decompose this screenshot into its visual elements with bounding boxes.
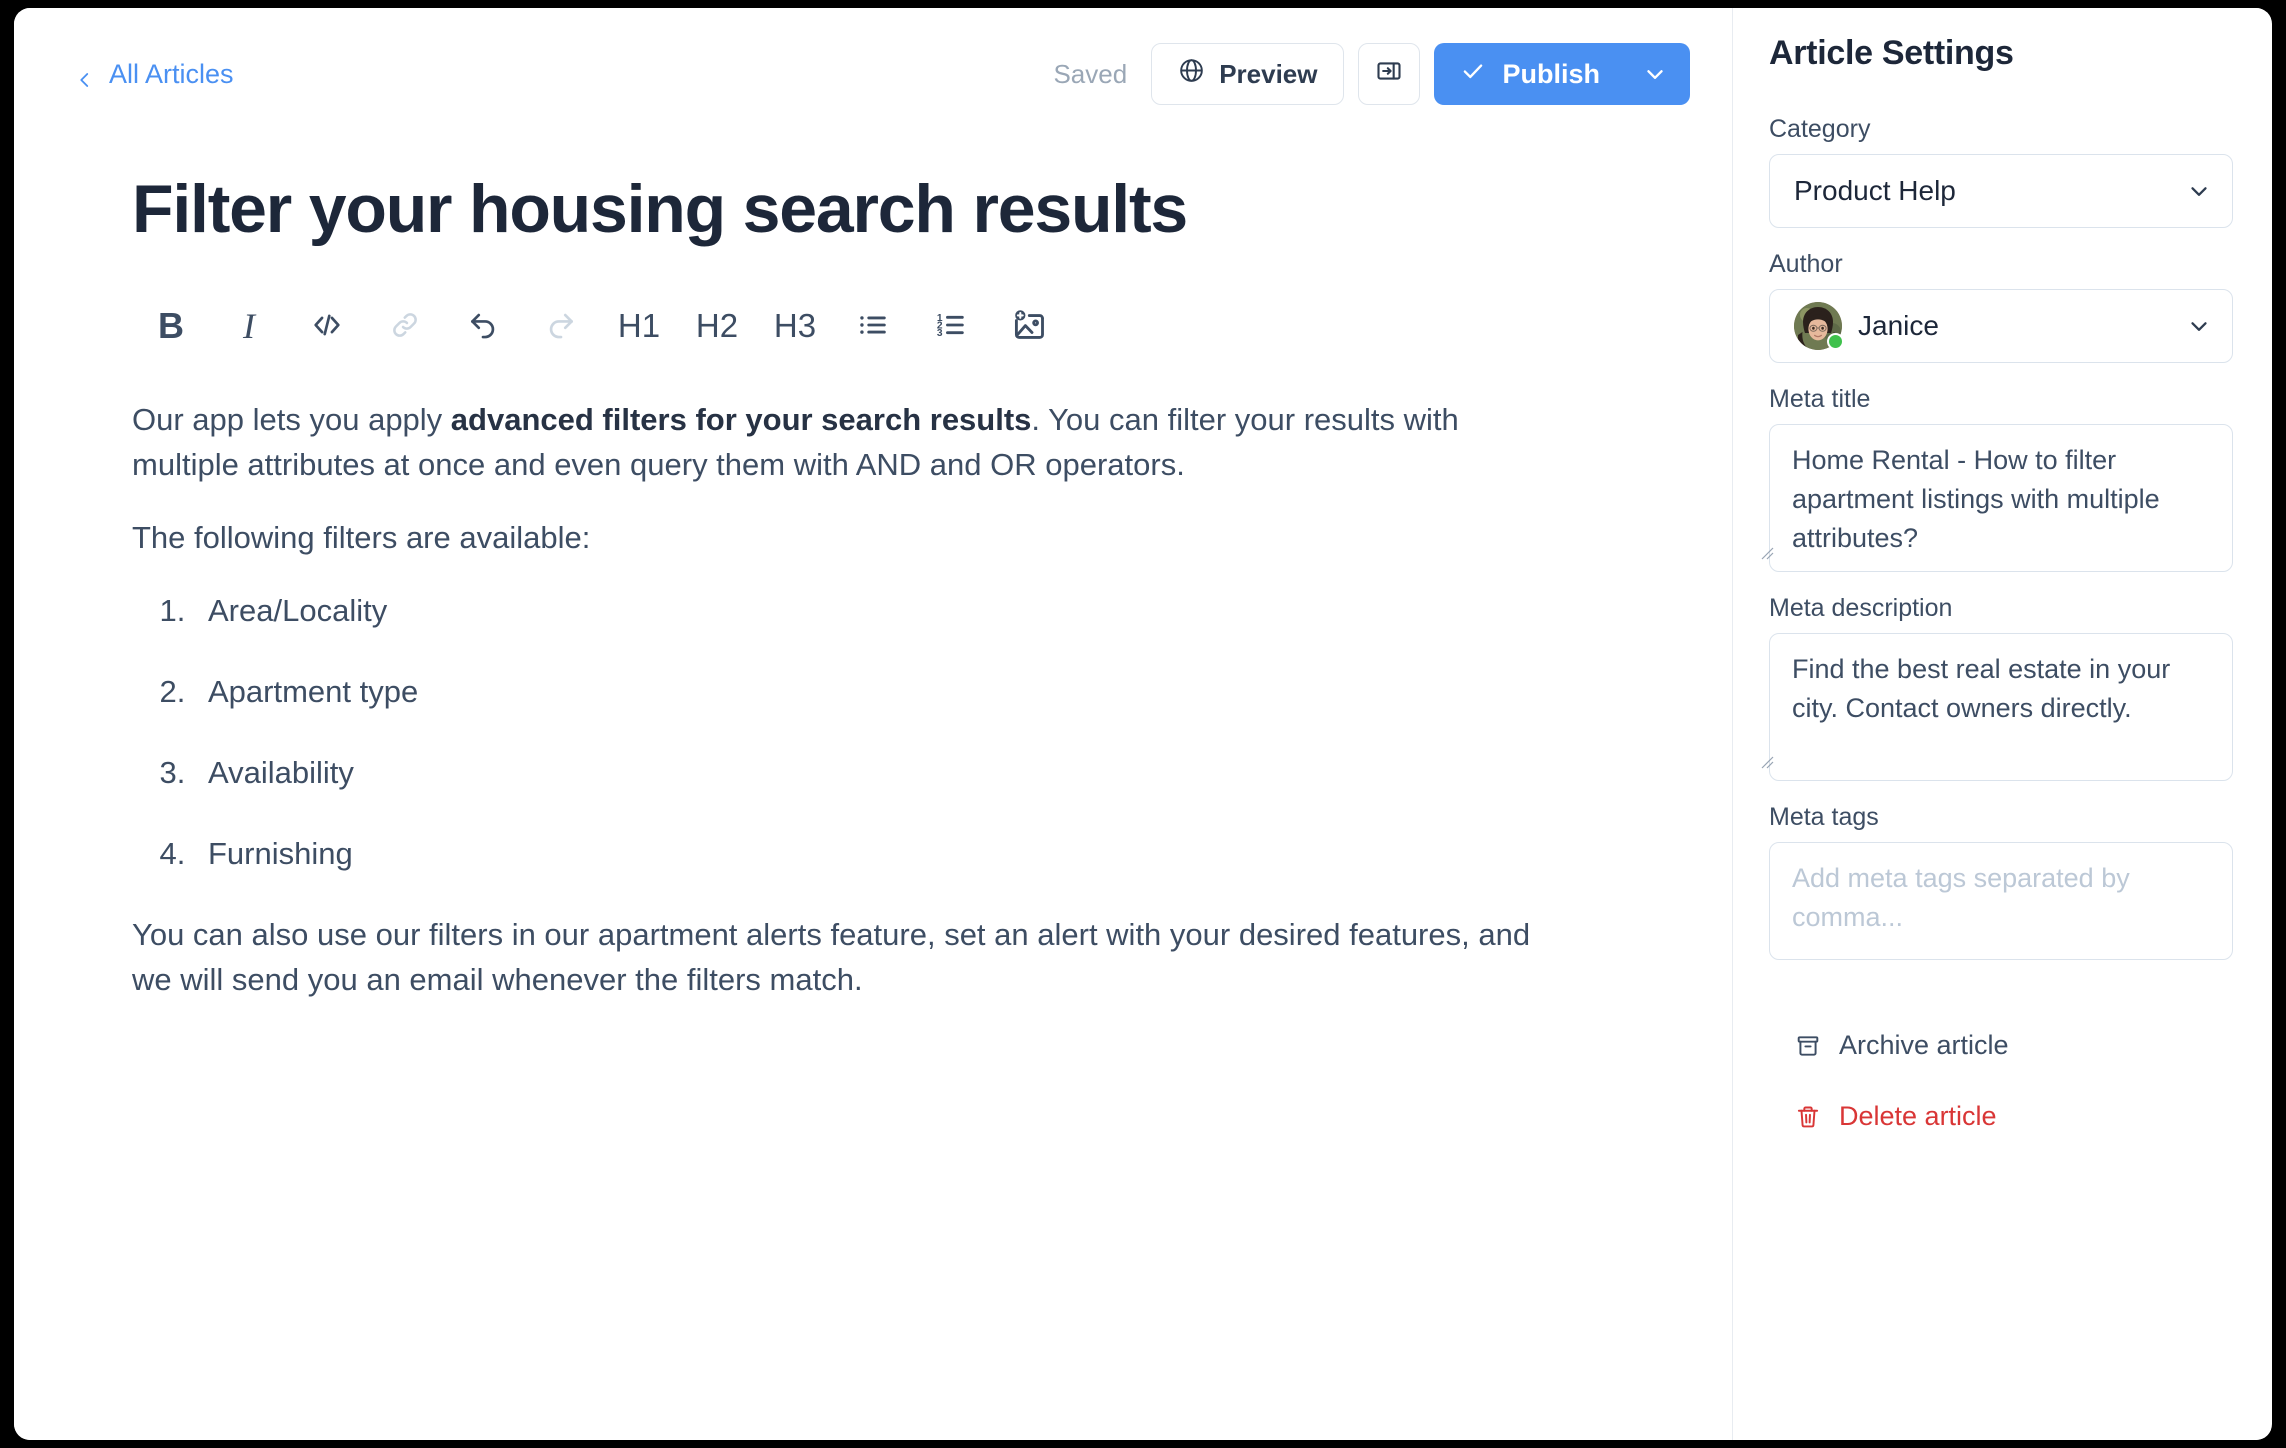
list-item: Apartment type	[194, 670, 1552, 715]
numbered-list-icon: 1 2 3	[934, 308, 968, 345]
article-actions: Archive article Delete article	[1769, 1020, 2233, 1142]
category-label: Category	[1769, 115, 1871, 143]
italic-button[interactable]: I	[210, 294, 288, 358]
category-selected-value: Product Help	[1794, 175, 1956, 206]
author-label: Author	[1769, 250, 1843, 278]
svg-text:3: 3	[937, 328, 943, 339]
heading-1-button[interactable]: H1	[600, 294, 678, 358]
article-title-input[interactable]: Filter your housing search results	[132, 170, 1670, 248]
archive-article-label: Archive article	[1839, 1030, 2009, 1060]
code-icon	[310, 308, 344, 345]
bullet-list-icon	[856, 308, 890, 345]
link-button[interactable]	[366, 294, 444, 358]
editor-topbar: All Articles Saved Preview Publish	[14, 8, 1732, 140]
list-item: Furnishing	[194, 832, 1552, 877]
avatar	[1794, 302, 1844, 350]
add-image-button[interactable]	[990, 294, 1068, 358]
para1-bold-phrase: advanced filters for your search results	[450, 402, 1032, 438]
topbar-actions: Saved Preview Publish	[1053, 43, 1690, 105]
article-paragraph-3: You can also use our filters in our apar…	[132, 916, 1531, 997]
meta-description-input[interactable]: Find the best real estate in your city. …	[1769, 633, 2233, 781]
formatting-toolbar: B I H1 H2 H3 1 2 3	[132, 294, 1670, 358]
meta-tags-field: Meta tags Add meta tags separated by com…	[1769, 803, 2233, 960]
list-item: Area/Locality	[194, 589, 1552, 634]
para1-part-a: Our app lets you apply	[132, 402, 451, 438]
redo-button[interactable]	[522, 294, 600, 358]
globe-icon	[1178, 57, 1205, 91]
article-settings-panel: Article Settings Category Product Help A…	[1733, 8, 2271, 1440]
list-item: Availability	[194, 751, 1552, 796]
heading-2-button[interactable]: H2	[678, 294, 756, 358]
delete-article-button[interactable]: Delete article	[1769, 1091, 2233, 1142]
chevron-down-icon	[2186, 313, 2212, 339]
toggle-settings-panel-button[interactable]	[1358, 43, 1421, 105]
link-icon	[389, 309, 421, 344]
online-status-dot	[1827, 333, 1844, 350]
filters-ordered-list: Area/Locality Apartment type Availabilit…	[132, 589, 1552, 877]
heading-3-button[interactable]: H3	[756, 294, 834, 358]
preview-button[interactable]: Preview	[1151, 43, 1345, 105]
undo-icon	[466, 308, 500, 345]
meta-tags-input[interactable]: Add meta tags separated by comma...	[1769, 842, 2233, 960]
back-link-label: All Articles	[109, 58, 234, 89]
author-selected-value: Janice	[1858, 310, 1939, 341]
editor-column: All Articles Saved Preview Publish Filte…	[14, 8, 1733, 1440]
meta-title-input[interactable]: Home Rental - How to filter apartment li…	[1769, 424, 2233, 572]
app-window: All Articles Saved Preview Publish Filte…	[14, 8, 2272, 1440]
settings-panel-title: Article Settings	[1769, 34, 2014, 72]
article-body[interactable]: Our app lets you apply advanced filters …	[132, 398, 1552, 1002]
chevron-down-icon	[2186, 178, 2212, 204]
meta-description-label: Meta description	[1769, 594, 1953, 622]
panel-collapse-icon	[1375, 57, 1403, 92]
meta-tags-label: Meta tags	[1769, 803, 1879, 831]
redo-icon	[544, 308, 578, 345]
publish-button[interactable]: Publish	[1434, 43, 1690, 105]
back-to-all-articles-link[interactable]: All Articles	[76, 59, 234, 90]
publish-button-label: Publish	[1502, 58, 1600, 89]
meta-description-field: Meta description Find the best real esta…	[1761, 594, 2233, 781]
category-field: Category Product Help	[1769, 115, 2233, 228]
numbered-list-button[interactable]: 1 2 3	[912, 294, 990, 358]
article-paragraph-2: The following filters are available:	[132, 520, 591, 556]
article-editor: Filter your housing search results B I H…	[14, 140, 1732, 1003]
code-button[interactable]	[288, 294, 366, 358]
saved-status-text: Saved	[1053, 58, 1128, 89]
author-select[interactable]: Janice	[1769, 289, 2233, 363]
add-image-icon	[1011, 307, 1047, 346]
bullet-list-button[interactable]	[834, 294, 912, 358]
meta-title-label: Meta title	[1769, 385, 1871, 413]
bold-button[interactable]: B	[132, 294, 210, 358]
undo-button[interactable]	[444, 294, 522, 358]
preview-button-label: Preview	[1219, 58, 1318, 89]
trash-icon	[1795, 1104, 1821, 1130]
author-field: Author Janice	[1769, 250, 2233, 363]
archive-article-button[interactable]: Archive article	[1769, 1020, 2233, 1071]
article-paragraph-1: Our app lets you apply advanced filters …	[132, 398, 1552, 488]
meta-title-field: Meta title Home Rental - How to filter a…	[1761, 385, 2233, 572]
check-icon	[1460, 58, 1486, 91]
category-select[interactable]: Product Help	[1769, 154, 2233, 228]
chevron-left-icon	[76, 65, 94, 87]
archive-icon	[1795, 1033, 1821, 1059]
delete-article-label: Delete article	[1839, 1101, 1997, 1131]
publish-dropdown-caret-icon[interactable]	[1642, 61, 1668, 87]
